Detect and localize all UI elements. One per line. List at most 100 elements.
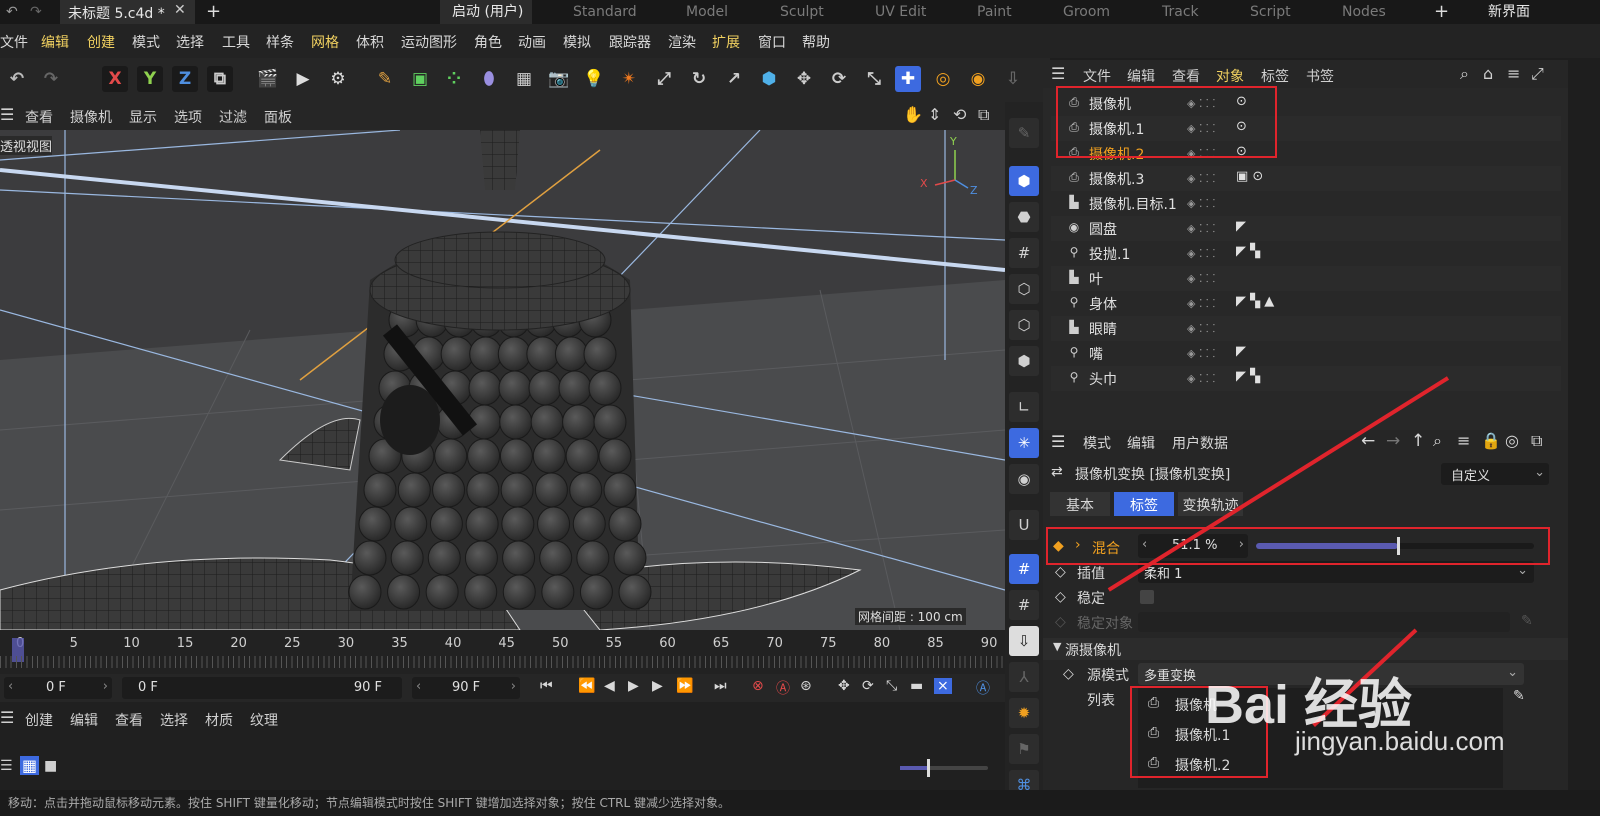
workplane-icon[interactable]: # [1009, 238, 1039, 268]
dolly-icon[interactable]: ⇕ [928, 105, 941, 124]
polygons-mode-icon[interactable]: ⬢ [1009, 346, 1039, 376]
layout-tab-uvedit[interactable]: UV Edit [875, 0, 926, 24]
key-pla-icon[interactable]: ⨯ [934, 678, 952, 694]
mat-menu-view[interactable]: 查看 [115, 710, 143, 730]
vp-menu-display[interactable]: 显示 [129, 107, 157, 127]
record-key-icon[interactable]: ◉ [965, 66, 991, 92]
object-name[interactable]: 叶 [1089, 269, 1103, 289]
light-icon[interactable]: 💡 [581, 66, 607, 92]
object-name[interactable]: 摄像机.目标.1 [1089, 194, 1177, 214]
menu-simulate[interactable]: 模拟 [563, 32, 591, 52]
layout-tab-paint[interactable]: Paint [977, 0, 1012, 24]
spline-pen-icon[interactable]: ✎ [372, 66, 398, 92]
render-picture-icon[interactable]: ▶ [290, 66, 316, 92]
current-frame-field[interactable]: ‹ 0 F › [4, 677, 112, 699]
forward-arrow-icon[interactable]: → [1386, 431, 1400, 451]
range-field[interactable]: 0 F 90 F [122, 677, 402, 699]
object-tags[interactable]: ◤ ▚ ▲ [1236, 294, 1274, 309]
attr-menu-edit[interactable]: 编辑 [1127, 433, 1155, 453]
object-name[interactable]: 投抛.1 [1089, 244, 1130, 264]
object-tags[interactable]: ◤ [1236, 219, 1246, 234]
zoom-slider[interactable] [900, 759, 988, 777]
vp-menu-panel[interactable]: 面板 [264, 107, 292, 127]
edit-icon[interactable]: ✎ [1009, 118, 1039, 148]
render-view-icon[interactable]: 🎬 [255, 66, 281, 92]
play-icon[interactable]: ▶ [628, 678, 639, 694]
redo-icon[interactable]: ↷ [30, 0, 42, 24]
menu-spline[interactable]: 样条 [266, 32, 294, 52]
menu-file[interactable]: 文件 [0, 32, 28, 52]
new-layout-button[interactable]: 新界面 [1488, 0, 1530, 24]
list-view-icon[interactable]: ☰ [0, 758, 13, 774]
vp-menu-options[interactable]: 选项 [174, 107, 202, 127]
object-tags[interactable]: ◤ [1236, 344, 1246, 359]
layout-tab-model[interactable]: Model [686, 0, 728, 24]
decrement-icon[interactable]: ‹ [8, 679, 13, 694]
texture-mode-icon[interactable]: ⬣ [1009, 202, 1039, 232]
increment-icon[interactable]: › [103, 679, 108, 694]
vp-menu-view[interactable]: 查看 [25, 107, 53, 127]
mat-menu-edit[interactable]: 编辑 [70, 710, 98, 730]
keyframe-diamond-icon[interactable]: ◇ [1063, 666, 1074, 682]
animation-mode-icon[interactable]: Ⓐ [976, 678, 990, 698]
object-tags[interactable]: ◤ ▚ [1236, 369, 1260, 384]
object-tags[interactable]: ◤ ▚ [1236, 244, 1260, 259]
preset-dropdown[interactable]: 自定义 ⌄ [1441, 463, 1549, 485]
snap-icon[interactable]: # [1009, 554, 1039, 584]
large-view-icon[interactable]: ■ [44, 758, 57, 774]
menu-create[interactable]: 创建 [87, 32, 115, 52]
search-icon[interactable]: ⌕ [1433, 431, 1442, 451]
record-icon[interactable]: ⊗ [752, 678, 764, 694]
layout-tab-script[interactable]: Script [1250, 0, 1291, 24]
visibility-dots-icon[interactable]: ◈ ⁚ ⸬ [1187, 321, 1215, 336]
sun-gear-icon[interactable]: ✹ [1009, 698, 1039, 728]
move-icon[interactable]: ✥ [791, 66, 817, 92]
mat-menu-material[interactable]: 材质 [205, 710, 233, 730]
move-tool-active-icon[interactable]: ✚ [895, 66, 921, 92]
attr-menu-mode[interactable]: 模式 [1083, 433, 1111, 453]
filter-icon[interactable]: ≡ [1507, 64, 1520, 83]
keyframe-settings-icon[interactable]: ⊛ [800, 678, 812, 694]
menu-help[interactable]: 帮助 [802, 32, 830, 52]
visibility-dots-icon[interactable]: ◈ ⁚ ⸬ [1187, 221, 1215, 236]
undo-button[interactable]: ↶ [4, 66, 30, 92]
object-name[interactable]: 头巾 [1089, 369, 1117, 389]
perspective-viewport[interactable]: 透视视图 Y X Z 网格间距 : 100 cm [0, 130, 1005, 630]
coord-system-icon[interactable]: ⧉ [207, 66, 233, 92]
tab-basic[interactable]: 基本 [1050, 492, 1110, 516]
obj-menu-file[interactable]: 文件 [1083, 66, 1111, 86]
vp-menu-camera[interactable]: 摄像机 [70, 107, 112, 127]
close-icon[interactable]: ✕ [174, 2, 186, 18]
menu-window[interactable]: 窗口 [758, 32, 786, 52]
hamburger-icon[interactable]: ☰ [0, 708, 14, 727]
prev-key-icon[interactable]: ⏪ [578, 678, 595, 694]
target-icon[interactable]: ◎ [1505, 431, 1519, 450]
edges-mode-icon[interactable]: ⬡ [1009, 310, 1039, 340]
key-move-icon[interactable]: ✥ [838, 678, 850, 694]
document-tab[interactable]: 未标题 5.c4d * ✕ [60, 0, 195, 24]
add-layout-icon[interactable]: + [1434, 0, 1449, 24]
visibility-dots-icon[interactable]: ◈ ⁚ ⸬ [1187, 371, 1215, 386]
timeline-ruler[interactable]: 051015202530354045505560657075808590 [0, 630, 1005, 674]
object-row[interactable]: ⚲ 身体 ◈ ⁚ ⸬ ◤ ▚ ▲ [1051, 291, 1561, 316]
pick-icon[interactable]: ✎ [1513, 688, 1525, 704]
object-row[interactable]: ▙ 摄像机.目标.1 ◈ ⁚ ⸬ [1051, 191, 1561, 216]
attr-menu-userdata[interactable]: 用户数据 [1172, 433, 1228, 453]
prev-frame-icon[interactable]: ◀ [604, 678, 615, 694]
rotate-tool-icon[interactable]: ↻ [686, 66, 712, 92]
obj-menu-view[interactable]: 查看 [1172, 66, 1200, 86]
layout-tab-standard[interactable]: Standard [573, 0, 637, 24]
menu-animate[interactable]: 动画 [518, 32, 546, 52]
live-cube-icon[interactable]: ⬢ [756, 66, 782, 92]
points-icon[interactable]: ⁘ [441, 66, 467, 92]
pan-hand-icon[interactable]: ✋ [903, 105, 923, 124]
cube-select-icon[interactable]: ▣ [407, 66, 433, 92]
layout-tab-sculpt[interactable]: Sculpt [780, 0, 824, 24]
back-arrow-icon[interactable]: ← [1361, 431, 1375, 451]
deformer-icon[interactable]: ⬮ [476, 66, 502, 92]
ik-icon[interactable]: ⅄ [1009, 662, 1039, 692]
decrement-icon[interactable]: ‹ [416, 679, 421, 694]
mat-menu-texture[interactable]: 纹理 [250, 710, 278, 730]
model-mode-icon[interactable]: ⬢ [1009, 166, 1039, 196]
menu-character[interactable]: 角色 [474, 32, 502, 52]
